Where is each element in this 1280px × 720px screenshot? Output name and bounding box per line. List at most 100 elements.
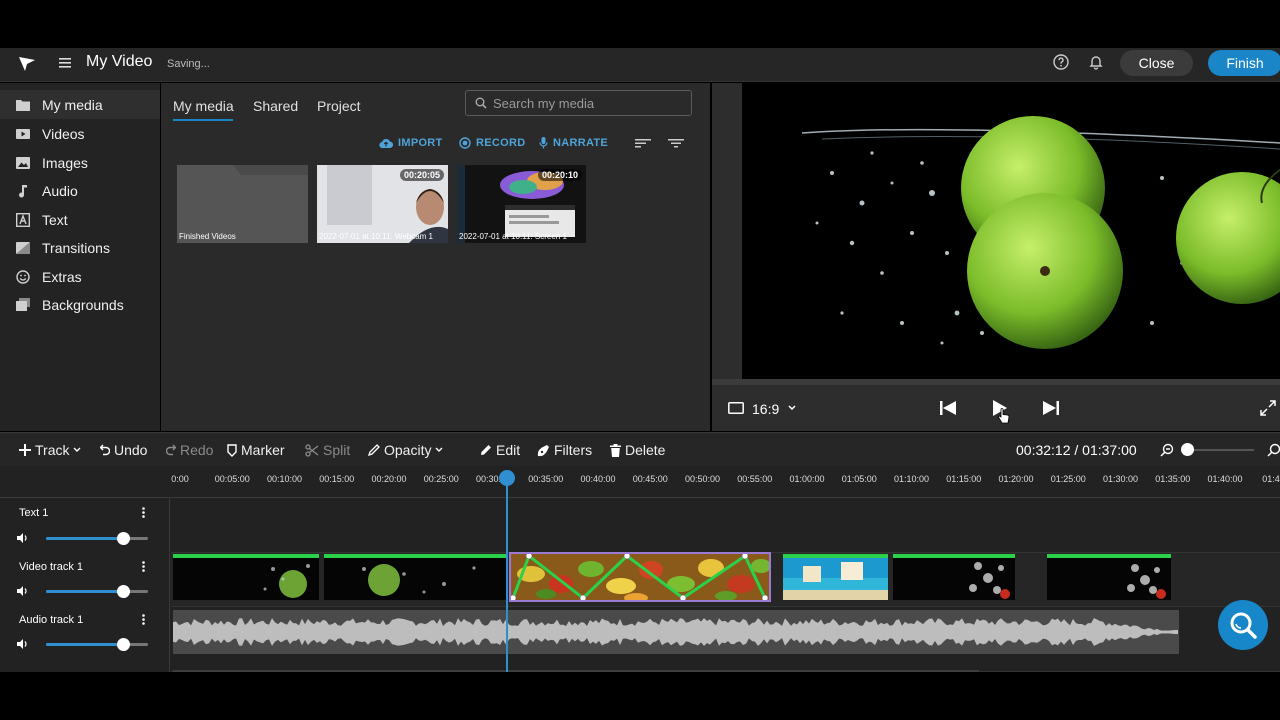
volume-icon[interactable] [17,586,29,596]
video-clip[interactable] [1047,554,1171,600]
chevron-down-icon[interactable] [788,405,796,411]
sidebar-item-my-media[interactable]: My media [0,90,160,119]
filter-icon[interactable] [668,139,684,148]
project-title[interactable]: My Video [86,53,152,71]
sidebar-item-extras[interactable]: Extras [0,262,160,291]
sidebar-item-transitions[interactable]: Transitions [0,233,160,262]
volume-slider[interactable] [46,638,148,651]
ruler-tick-label: 00:35:00 [528,474,564,484]
media-item-screen[interactable]: 00:20:10 2022-07-01 at 10:11: Screen 1 [457,165,586,243]
sidebar-item-videos[interactable]: Videos [0,119,160,148]
edit-button[interactable]: Edit [480,442,520,458]
filters-button[interactable]: Filters [537,442,592,458]
search-input[interactable] [493,95,683,111]
skip-forward-icon[interactable] [1043,401,1059,415]
aspect-ratio-select[interactable]: 16:9 [752,401,779,417]
image-icon [16,156,30,170]
search-help-button[interactable] [1218,600,1268,650]
media-item-label: Finished Videos [179,232,236,241]
zoom-slider-track[interactable] [1186,449,1254,451]
ruler-tick-label: 01:10:00 [893,474,930,484]
zoom-slider-handle[interactable] [1181,443,1194,456]
track-label: Track [35,442,70,458]
tab-shared[interactable]: Shared [253,98,298,114]
more-options-icon[interactable] [142,614,145,625]
zoom-out-icon[interactable] [1160,443,1174,457]
fullscreen-icon[interactable] [1260,400,1276,416]
hamburger-menu-icon[interactable] [59,58,71,68]
redo-button[interactable]: Redo [166,442,213,458]
sidebar-item-audio[interactable]: Audio [0,176,160,205]
audio-clip[interactable] [173,610,1179,654]
track-name[interactable]: Text 1 [19,507,48,519]
media-item-webcam[interactable]: 00:20:05 2022-07-01 at 10:11: Webcam 1 [317,165,448,243]
volume-slider[interactable] [46,532,148,545]
track-name[interactable]: Audio track 1 [19,614,83,626]
split-button[interactable]: Split [305,442,350,458]
opacity-label: Opacity [384,442,432,458]
skip-back-icon[interactable] [940,401,956,415]
video-preview[interactable] [742,83,1280,379]
media-panel: My media Shared Project IMPORT RECORD NA… [161,83,710,431]
zoom-in-icon[interactable] [1267,443,1280,457]
marker-label: Marker [241,442,285,458]
ruler-tick-label: 00:05:00 [214,474,250,484]
video-clip[interactable] [893,554,1015,600]
smiley-icon [16,269,30,284]
ruler-tick-label: 00:50:00 [684,474,721,484]
sidebar-item-images[interactable]: Images [0,148,160,177]
sidebar-item-text[interactable]: Text [0,205,160,234]
logo-icon[interactable] [18,56,36,72]
tab-project[interactable]: Project [317,98,361,114]
video-clip[interactable] [783,554,888,600]
text-track-lane[interactable] [171,498,1280,553]
backgrounds-icon [16,298,30,312]
volume-handle[interactable] [116,585,130,598]
volume-icon[interactable] [17,533,29,543]
marker-button[interactable]: Marker [227,442,285,458]
more-options-icon[interactable] [142,561,145,572]
folder-icon [16,98,30,112]
media-item-folder[interactable]: Finished Videos [177,165,308,243]
tab-my-media[interactable]: My media [173,98,234,114]
video-clip[interactable] [173,554,319,600]
ruler-tick-label: 01:05:00 [841,474,877,484]
add-track-button[interactable]: Track [19,442,81,458]
delete-button[interactable]: Delete [610,442,665,458]
selected-video-clip[interactable] [509,552,771,602]
ruler-tick-label: 00:40:00 [580,474,616,484]
preview-panel: 16:9 [712,83,1280,431]
close-button[interactable]: Close [1120,50,1193,76]
playhead-handle[interactable] [499,470,515,486]
video-clip[interactable] [324,554,506,600]
opacity-button[interactable]: Opacity [368,442,443,458]
duration-badge: 00:20:05 [399,169,444,181]
volume-slider[interactable] [46,585,148,598]
sort-icon[interactable] [635,139,651,148]
import-button[interactable]: IMPORT [379,137,443,149]
bottom-letterbox [0,672,1280,720]
volume-icon[interactable] [17,639,29,649]
undo-button[interactable]: Undo [100,442,147,458]
timeline-ruler[interactable]: 0:00 00:05:00 00:10:00 00:15:00 00:20:00 00:2… [0,466,1280,498]
record-button[interactable]: RECORD [459,137,525,149]
finish-button[interactable]: Finish [1208,50,1280,76]
help-icon[interactable] [1053,54,1069,70]
ruler-tick-label: 01:45:0 [1262,474,1280,484]
ruler-tick-label: 00:15:00 [319,474,355,484]
duration-text: 00:20:10 [541,170,578,180]
track-name[interactable]: Video track 1 [19,561,83,573]
ruler-tick-label: 01:25:00 [1050,474,1086,484]
chevron-down-icon [73,447,81,453]
more-options-icon[interactable] [142,507,145,518]
sidebar-item-backgrounds[interactable]: Backgrounds [0,290,160,319]
search-box [465,90,692,116]
volume-handle[interactable] [116,532,130,545]
chevron-down-icon [435,447,443,453]
bell-icon[interactable] [1088,54,1104,70]
magnifier-icon [1230,612,1257,639]
delete-label: Delete [625,442,666,458]
narrate-button[interactable]: NARRATE [539,137,608,149]
volume-handle[interactable] [116,638,130,651]
preview-scrub-bar[interactable] [712,379,1280,385]
